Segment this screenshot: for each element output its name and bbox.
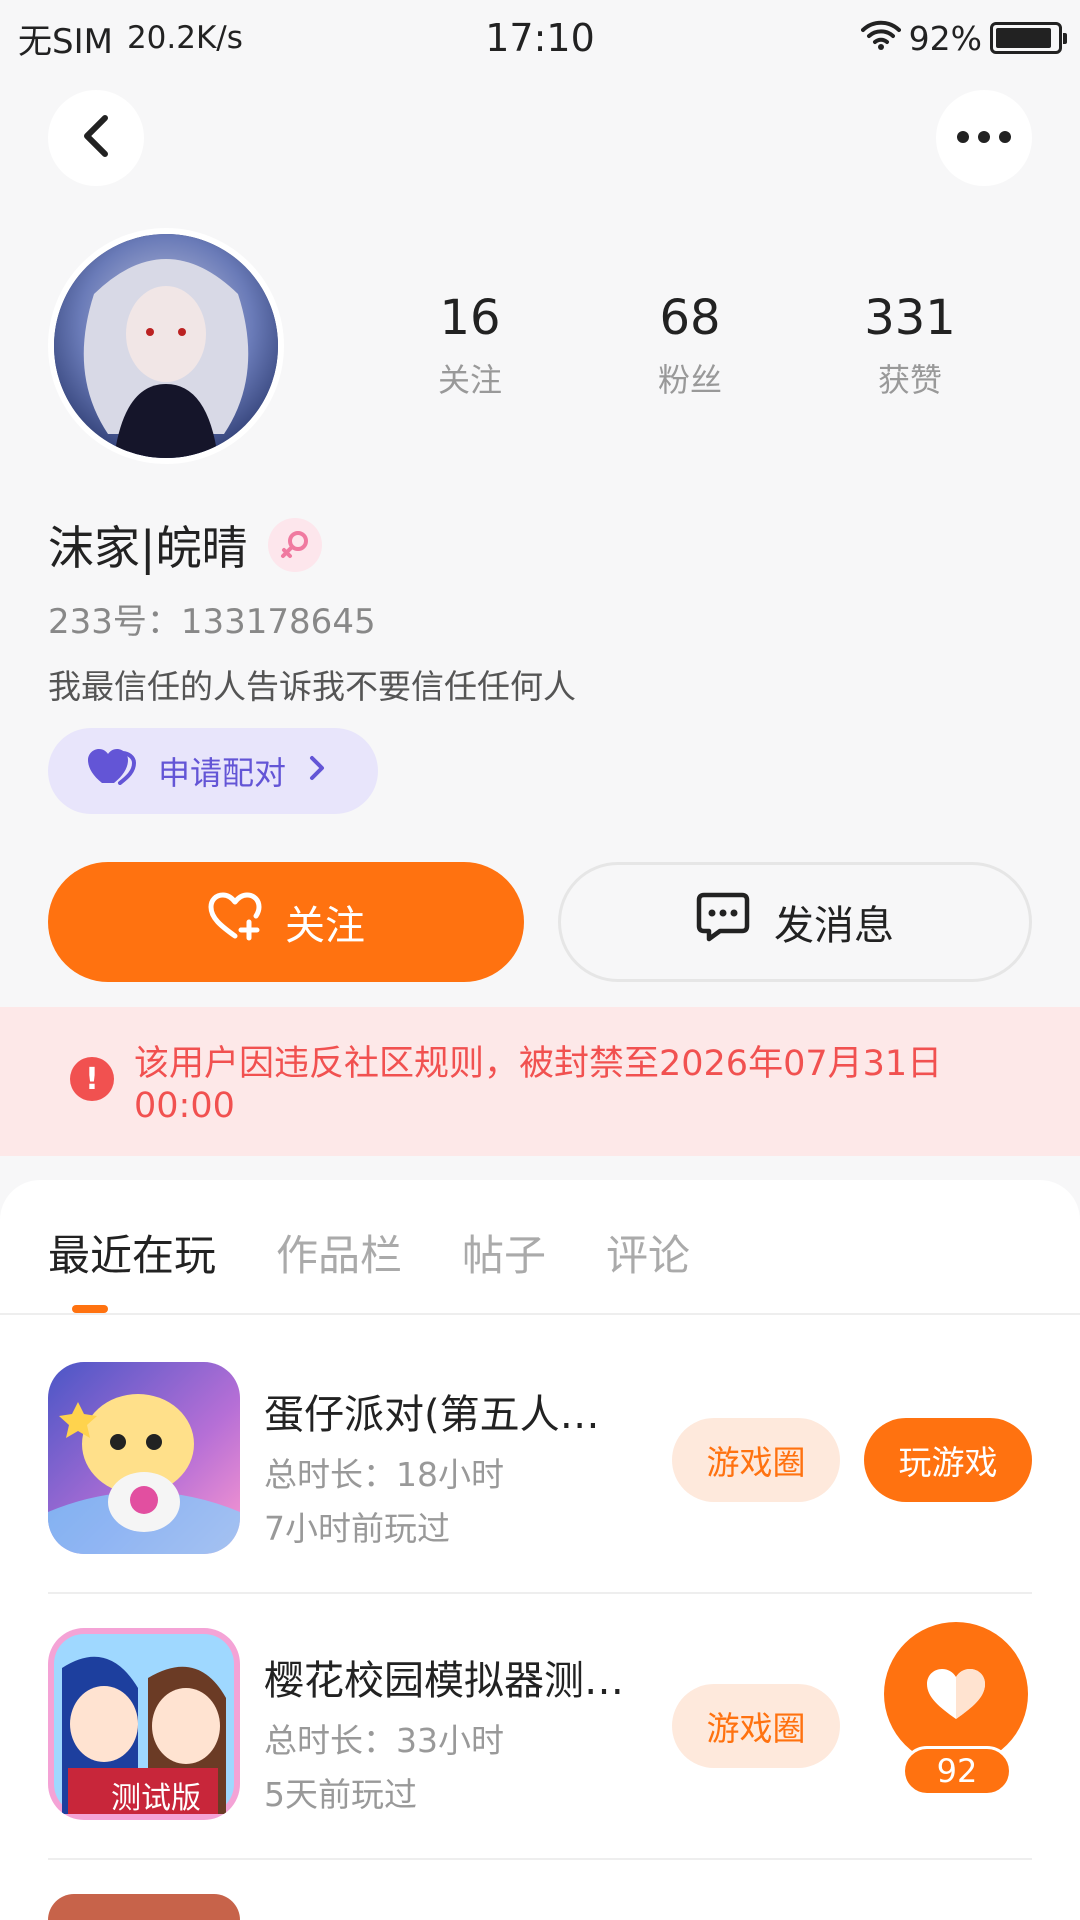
game-last-played: 5天前玩过 xyxy=(264,1775,417,1814)
nickname: 沫家|皖晴 xyxy=(48,521,248,575)
game-duration: 总时长：33小时 xyxy=(264,1721,504,1760)
game-name: 蛋仔派对(第五人… xyxy=(264,1392,600,1438)
nickname-row: 沫家|皖晴 xyxy=(48,512,322,578)
active-tab-indicator xyxy=(72,1305,108,1313)
female-icon xyxy=(267,518,322,572)
follow-label: 关注 xyxy=(285,903,365,949)
tab-posts[interactable]: 帖子 xyxy=(462,1222,546,1283)
heart-pair-icon xyxy=(88,749,137,793)
follow-button[interactable]: 关注 xyxy=(48,862,524,982)
back-button[interactable] xyxy=(48,90,144,186)
tab-comments[interactable]: 评论 xyxy=(606,1222,690,1283)
like-count: 92 xyxy=(902,1746,1012,1796)
game-icon-badge: 测试版 xyxy=(111,1782,201,1815)
chat-bubble-icon xyxy=(696,892,750,952)
net-speed: 20.2K/s xyxy=(126,20,243,56)
floating-like-button[interactable]: 92 xyxy=(864,1622,1034,1802)
profile-stats: 16 关注 68 粉丝 331 获赞 xyxy=(360,292,1020,401)
apply-pair-label: 申请配对 xyxy=(158,754,287,792)
content-panel: 最近在玩 作品栏 帖子 评论 蛋仔派对(第五人… 总时长：18小时 7小时前玩过… xyxy=(0,1180,1080,1920)
battery-icon xyxy=(990,22,1067,54)
game-list-item[interactable]: 蛋仔派对(第五人… 总时长：18小时 7小时前玩过 游戏圈 玩游戏 xyxy=(48,1362,1032,1554)
row-divider xyxy=(48,1858,1032,1860)
heart-plus-icon xyxy=(207,892,263,952)
tab-recently-played[interactable]: 最近在玩 xyxy=(48,1222,216,1283)
battery-percent: 92% xyxy=(908,18,982,58)
tab-works[interactable]: 作品栏 xyxy=(276,1222,402,1283)
stat-following[interactable]: 16 关注 xyxy=(360,292,580,401)
stat-label: 关注 xyxy=(437,360,502,399)
avatar[interactable] xyxy=(48,228,284,464)
play-game-button[interactable]: 玩游戏 xyxy=(864,1418,1032,1502)
heart-icon xyxy=(884,1622,1028,1766)
more-button[interactable] xyxy=(936,90,1032,186)
wifi-icon xyxy=(860,19,901,58)
stat-label: 获赞 xyxy=(877,360,942,399)
ban-notice-banner: ! 该用户因违反社区规则，被封禁至2026年07月31日00:00 xyxy=(0,1007,1080,1156)
game-icon-eggy-party[interactable] xyxy=(48,1362,240,1554)
row-divider xyxy=(48,1592,1032,1594)
status-bar: 无SIM 20.2K/s 17:10 92% xyxy=(0,0,1080,76)
stat-number: 68 xyxy=(659,290,721,346)
status-right: 92% xyxy=(860,18,1067,58)
stat-label: 粉丝 xyxy=(657,360,722,399)
profile-tabs: 最近在玩 作品栏 帖子 评论 xyxy=(48,1222,690,1283)
status-left: 无SIM 20.2K/s xyxy=(18,14,243,63)
game-last-played: 7小时前玩过 xyxy=(264,1509,450,1548)
stat-number: 331 xyxy=(864,290,956,346)
game-icon-sakura-school[interactable]: 测试版 xyxy=(48,1628,240,1820)
game-duration: 总时长：18小时 xyxy=(264,1455,504,1494)
apply-pair-button[interactable]: 申请配对 xyxy=(48,728,378,814)
user-bio: 我最信任的人告诉我不要信任任何人 xyxy=(48,667,576,706)
stat-number: 16 xyxy=(439,290,501,346)
exclamation-icon: ! xyxy=(70,1057,114,1101)
user-id: 233号：133178645 xyxy=(48,602,376,642)
ban-notice-text: 该用户因违反社区规则，被封禁至2026年07月31日00:00 xyxy=(134,1044,943,1126)
battery-fill xyxy=(996,28,1052,48)
message-label: 发消息 xyxy=(774,903,894,949)
chevron-left-icon xyxy=(79,114,113,162)
game-circle-button[interactable]: 游戏圈 xyxy=(672,1418,840,1502)
chevron-right-icon xyxy=(308,752,326,790)
game-name: 樱花校园模拟器测… xyxy=(264,1658,624,1704)
message-button[interactable]: 发消息 xyxy=(558,862,1032,982)
stat-likes[interactable]: 331 获赞 xyxy=(800,292,1020,401)
more-dots-icon xyxy=(956,129,1012,148)
stat-followers[interactable]: 68 粉丝 xyxy=(580,292,800,401)
tabs-divider xyxy=(0,1313,1080,1315)
game-icon-partial[interactable] xyxy=(48,1894,240,1920)
game-circle-button[interactable]: 游戏圈 xyxy=(672,1684,840,1768)
carrier-label: 无SIM xyxy=(18,21,113,62)
